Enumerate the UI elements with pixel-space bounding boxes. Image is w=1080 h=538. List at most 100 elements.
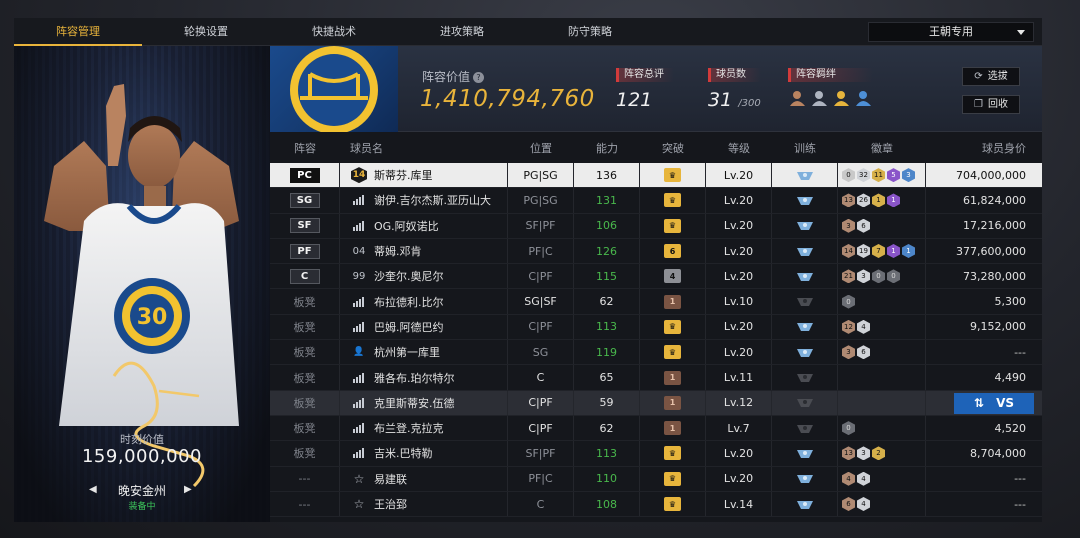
badge-icon[interactable]: 0 (842, 294, 855, 309)
select-button[interactable]: ⟳ 选拔 (962, 67, 1020, 86)
recycle-button[interactable]: ❐ 回收 (962, 95, 1020, 114)
badge-icon[interactable]: 1 (902, 244, 915, 259)
tab-defense-strategy[interactable]: 防守策略 (526, 18, 654, 45)
table-row[interactable]: PF 04 蒂姆.邓肯 PF|C 126 6 Lv.20 14 19 7 1 1 377,600,000 (270, 238, 1042, 265)
table-row[interactable]: SG 谢伊.吉尔杰斯.亚历山大 PG|SG 131 ♛ Lv.20 13 26 1 1 61,824… (270, 188, 1042, 214)
table-row[interactable]: 板凳 吉米.巴特勒 SF|PF 113 ♛ Lv.20 13 3 2 8,704,000 (270, 441, 1042, 467)
training-icon[interactable] (796, 321, 814, 332)
breakthrough-crown-icon[interactable]: ♛ (664, 446, 681, 461)
col-player-name[interactable]: 球员名 (340, 136, 508, 161)
badge-icon[interactable]: 5 (887, 168, 900, 183)
badge-icon[interactable]: 13 (842, 193, 855, 208)
breakthrough-crown-icon[interactable]: ♛ (664, 168, 681, 183)
badge-icon[interactable]: 4 (842, 471, 855, 486)
training-icon[interactable] (796, 246, 814, 257)
badge-icon[interactable]: 0 (887, 269, 900, 284)
breakthrough-crown-icon[interactable]: ♛ (664, 319, 681, 334)
badge-icon[interactable]: 0 (872, 269, 885, 284)
breakthrough-crown-icon[interactable]: 6 (664, 244, 681, 259)
training-icon[interactable] (796, 170, 814, 181)
compare-button[interactable]: ⇅ VS (954, 392, 1034, 414)
bond-gold-icon[interactable] (832, 90, 851, 106)
badge-icon[interactable]: 1 (872, 193, 885, 208)
badge-icon[interactable]: 3 (857, 446, 870, 461)
training-icon[interactable] (796, 296, 814, 307)
badge-icon[interactable]: 1 (887, 244, 900, 259)
col-badges[interactable]: 徽章 (838, 136, 926, 161)
breakthrough-crown-icon[interactable]: ♛ (664, 345, 681, 360)
help-icon[interactable]: ? (473, 72, 485, 83)
badge-icon[interactable]: 3 (902, 168, 915, 183)
breakthrough-crown-icon[interactable]: 4 (664, 269, 681, 284)
col-position[interactable]: 位置 (508, 136, 574, 161)
table-row[interactable]: 板凳 克里斯蒂安.伍德 C|PF 59 1 Lv.12 ⇅ VS (270, 390, 1042, 416)
badge-icon[interactable]: 0 (842, 168, 855, 183)
breakthrough-crown-icon[interactable]: ♛ (664, 218, 681, 233)
player-value: 377,600,000 (926, 239, 1042, 263)
training-icon[interactable] (796, 448, 814, 459)
badge-icon[interactable]: 12 (842, 319, 855, 334)
breakthrough-crown-icon[interactable]: 1 (664, 395, 681, 410)
badge-icon[interactable]: 6 (842, 497, 855, 511)
breakthrough-crown-icon[interactable]: 1 (664, 370, 681, 385)
badge-icon[interactable]: 7 (872, 244, 885, 259)
training-icon[interactable] (796, 195, 814, 206)
badge-icon[interactable]: 32 (857, 168, 870, 183)
table-row[interactable]: 板凳 布拉德利.比尔 SG|SF 62 1 Lv.10 0 5,300 (270, 289, 1042, 315)
badge-icon[interactable]: 11 (872, 168, 885, 183)
training-icon[interactable] (796, 423, 814, 434)
player-card[interactable]: 30 时刻价值 159,000,000 ◀ ▶ 晚安金州 装备中 (14, 46, 270, 522)
table-row[interactable]: 板凳 巴姆.阿德巴约 C|PF 113 ♛ Lv.20 12 4 9,152,000 (270, 314, 1042, 341)
col-ability[interactable]: 能力 (574, 136, 640, 161)
breakthrough-crown-icon[interactable]: 1 (664, 294, 681, 309)
badge-icon[interactable]: 3 (857, 269, 870, 284)
badge-icon[interactable]: 3 (842, 345, 855, 360)
table-row[interactable]: --- ☆ 王治郅 C 108 ♛ Lv.14 6 4 --- (270, 491, 1042, 518)
bond-bronze-icon[interactable] (788, 90, 807, 106)
tab-offense-strategy[interactable]: 进攻策略 (398, 18, 526, 45)
breakthrough-crown-icon[interactable]: 1 (664, 421, 681, 436)
tab-quick-tactics[interactable]: 快捷战术 (270, 18, 398, 45)
table-row[interactable]: 板凳 布兰登.克拉克 C|PF 62 1 Lv.7 0 4,520 (270, 415, 1042, 442)
bond-silver-icon[interactable] (810, 90, 829, 106)
badge-icon[interactable]: 26 (857, 193, 870, 208)
col-training[interactable]: 训练 (772, 136, 838, 161)
table-row[interactable]: --- ☆ 易建联 PF|C 110 ♛ Lv.20 4 4 --- (270, 466, 1042, 492)
badge-icon[interactable]: 3 (842, 218, 855, 233)
badge-icon[interactable]: 4 (857, 319, 870, 334)
badge-icon[interactable]: 4 (857, 471, 870, 486)
training-icon[interactable] (796, 220, 814, 231)
badge-icon[interactable]: 19 (857, 244, 870, 259)
table-row[interactable]: 板凳 👤 杭州第一库里 SG 119 ♛ Lv.20 3 6 --- (270, 340, 1042, 366)
breakthrough-crown-icon[interactable]: ♛ (664, 497, 681, 511)
badge-icon[interactable]: 14 (842, 244, 855, 259)
badge-icon[interactable]: 2 (872, 446, 885, 461)
training-icon[interactable] (796, 397, 814, 408)
table-row[interactable]: PC 14 斯蒂芬.库里 PG|SG 136 ♛ Lv.20 0 32 11 5 3 704,000,0… (270, 163, 1042, 189)
badge-icon[interactable]: 13 (842, 446, 855, 461)
training-icon[interactable] (796, 271, 814, 282)
table-row[interactable]: SF OG.阿奴诺比 SF|PF 106 ♛ Lv.20 3 6 17,216,000 (270, 213, 1042, 239)
tab-rotation-settings[interactable]: 轮换设置 (142, 18, 270, 45)
breakthrough-crown-icon[interactable]: ♛ (664, 193, 681, 208)
col-player-value[interactable]: 球员身价 (926, 136, 1042, 161)
col-lineup[interactable]: 阵容 (270, 136, 340, 161)
badge-icon[interactable]: 6 (857, 218, 870, 233)
badge-icon[interactable]: 6 (857, 345, 870, 360)
dynasty-select[interactable]: 王朝专用 (868, 22, 1034, 42)
table-row[interactable]: C 99 沙奎尔.奥尼尔 C|PF 115 4 Lv.20 21 3 0 0 73,280,000 (270, 264, 1042, 290)
col-breakthrough[interactable]: 突破 (640, 136, 706, 161)
col-level[interactable]: 等级 (706, 136, 772, 161)
table-row[interactable]: 板凳 雅各布.珀尔特尔 C 65 1 Lv.11 4,490 (270, 365, 1042, 391)
bond-blue-icon[interactable] (854, 90, 873, 106)
training-icon[interactable] (796, 473, 814, 484)
training-icon[interactable] (796, 372, 814, 383)
tab-lineup-management[interactable]: 阵容管理 (14, 18, 142, 46)
badge-icon[interactable]: 21 (842, 269, 855, 284)
breakthrough-crown-icon[interactable]: ♛ (664, 471, 681, 486)
badge-icon[interactable]: 1 (887, 193, 900, 208)
badge-icon[interactable]: 0 (842, 421, 855, 436)
training-icon[interactable] (796, 499, 814, 510)
badge-icon[interactable]: 4 (857, 497, 870, 511)
training-icon[interactable] (796, 347, 814, 358)
